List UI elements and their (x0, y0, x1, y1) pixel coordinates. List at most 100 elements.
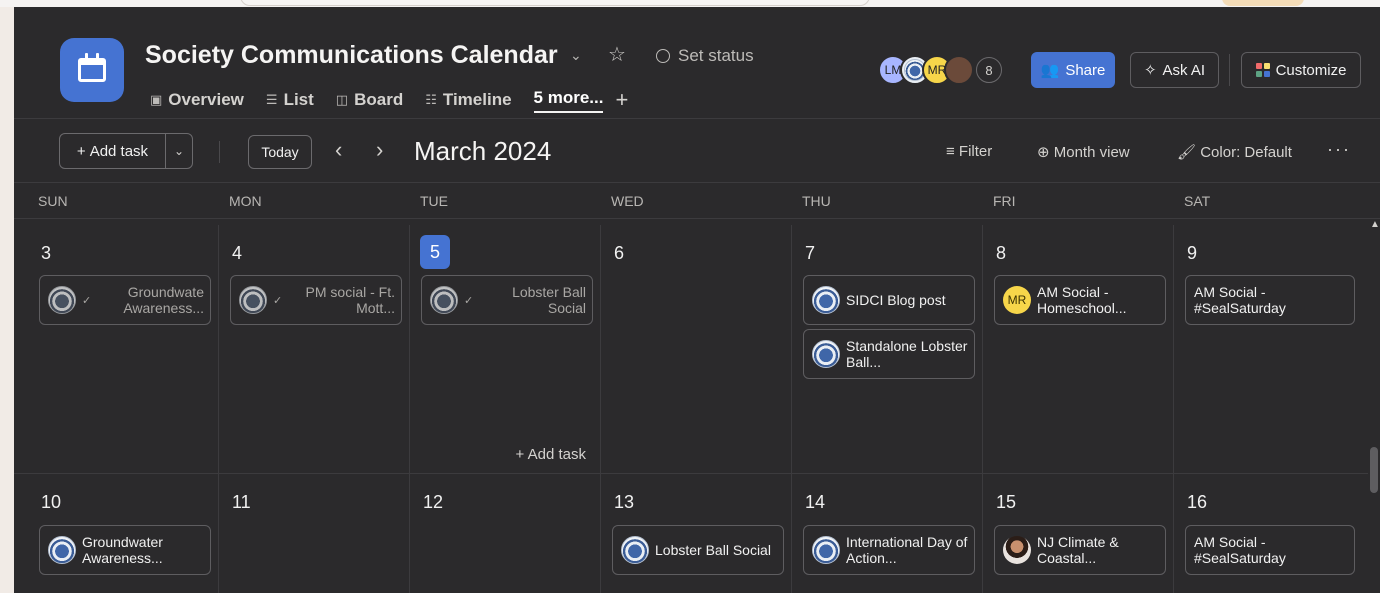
day-header: WED (611, 193, 644, 209)
task-title: AM Social - #SealSaturday (1194, 534, 1286, 566)
day-number: 12 (423, 492, 444, 512)
tab-overview[interactable]: ▣ Overview (150, 87, 244, 113)
task-title: Groundwate Awareness... (123, 284, 204, 316)
day-cell[interactable]: 5 ✓ Lobster Ball Social + Add task (410, 225, 601, 473)
inline-add-task-button[interactable]: + Add task (516, 446, 586, 463)
scrollbar[interactable] (1368, 219, 1380, 593)
plus-icon: + (76, 142, 86, 160)
task-card[interactable]: SIDCI Blog post (803, 275, 975, 325)
month-view-button[interactable]: ⊕ Month view (1037, 143, 1130, 161)
divider (1229, 54, 1230, 86)
task-title: Lobster Ball Social (655, 542, 771, 558)
star-icon[interactable]: ☆ (608, 42, 626, 67)
add-task-button[interactable]: + Add task (60, 134, 166, 168)
today-button[interactable]: Today (248, 135, 312, 169)
check-icon: ✓ (273, 294, 283, 307)
seal-logo-icon (239, 286, 267, 314)
plus-icon: + (515, 446, 528, 463)
day-number: 3 (41, 243, 52, 263)
task-card[interactable]: MR AM Social - Homeschool... (994, 275, 1166, 325)
task-card[interactable]: AM Social - #SealSaturday (1185, 275, 1355, 325)
task-card[interactable]: Standalone Lobster Ball... (803, 329, 975, 379)
ask-ai-button[interactable]: ✧ Ask AI (1130, 52, 1219, 88)
chevron-down-icon[interactable]: ⌄ (570, 47, 582, 64)
day-header: SUN (38, 193, 68, 209)
tab-timeline[interactable]: ☷ Timeline (425, 87, 511, 113)
day-cell[interactable]: 7 SIDCI Blog post Standalone Lobster Bal… (792, 225, 983, 473)
tab-board[interactable]: ◫ Board (336, 87, 403, 113)
task-title: AM Social - #SealSaturday (1194, 284, 1286, 316)
task-card[interactable]: Lobster Ball Social (612, 525, 784, 575)
day-cell[interactable]: 4 ✓ PM social - Ft. Mott... (219, 225, 410, 473)
seal-logo-icon (812, 536, 840, 564)
customize-button[interactable]: Customize (1241, 52, 1361, 88)
task-card[interactable]: NJ Climate & Coastal... (994, 525, 1166, 575)
seal-logo-icon (48, 286, 76, 314)
tab-more[interactable]: 5 more... (533, 87, 604, 113)
day-number: 14 (805, 492, 826, 512)
day-cell[interactable]: 15 NJ Climate & Coastal... (983, 474, 1174, 593)
day-cell[interactable]: 10 Groundwater Awareness... (28, 474, 219, 593)
task-card[interactable]: ✓ Lobster Ball Social (421, 275, 593, 325)
chevron-down-icon[interactable]: ⌄ (166, 144, 192, 158)
member-count[interactable]: 8 (976, 57, 1002, 83)
task-title: PM social - Ft. Mott... (305, 284, 395, 316)
day-cell[interactable]: 11 (219, 474, 410, 593)
filter-icon: ≡ (946, 143, 959, 160)
chevron-left-icon[interactable]: ‹ (335, 137, 342, 163)
more-options-icon[interactable]: ··· (1327, 139, 1351, 160)
overview-icon: ▣ (150, 92, 163, 107)
project-tabs: ▣ Overview ☰ List ◫ Board ☷ Timeline 5 more.… (150, 87, 650, 117)
day-number: 7 (805, 243, 816, 263)
week-row: 10 Groundwater Awareness... 11 12 13 Lob… (14, 474, 1368, 593)
day-number: 4 (232, 243, 243, 263)
set-status-button[interactable]: Set status (678, 46, 754, 66)
divider (219, 141, 220, 163)
day-cell[interactable]: 8 MR AM Social - Homeschool... (983, 225, 1174, 473)
avatar: MR (1003, 286, 1031, 314)
day-cell[interactable]: 16 AM Social - #SealSaturday (1174, 474, 1368, 593)
day-cell[interactable]: 13 Lobster Ball Social (601, 474, 792, 593)
calendar-app: Society Communications Calendar ⌄ ☆ Set … (14, 7, 1380, 593)
add-tab-button[interactable]: + (615, 87, 628, 113)
paint-icon: 🖌 (1177, 144, 1201, 161)
task-title: Standalone Lobster Ball... (846, 338, 968, 370)
sparkle-icon: ✧ (1143, 62, 1157, 79)
task-card[interactable]: AM Social - #SealSaturday (1185, 525, 1355, 575)
project-header: Society Communications Calendar ⌄ ☆ Set … (14, 7, 1380, 119)
scrollbar-thumb[interactable] (1370, 447, 1378, 493)
task-card[interactable]: ✓ PM social - Ft. Mott... (230, 275, 402, 325)
filter-button[interactable]: ≡ Filter (946, 143, 992, 160)
people-icon: 👥 (1040, 62, 1060, 79)
task-card[interactable]: International Day of Action... (803, 525, 975, 575)
day-number: 9 (1187, 243, 1198, 263)
task-title: AM Social - Homeschool... (1037, 284, 1127, 316)
check-icon: ✓ (82, 294, 92, 307)
task-title: NJ Climate & Coastal... (1037, 534, 1119, 566)
browser-badge (1222, 0, 1304, 6)
browser-top-strip (0, 0, 1380, 7)
color-button[interactable]: 🖌 Color: Default (1177, 143, 1292, 161)
day-cell[interactable]: 9 AM Social - #SealSaturday (1174, 225, 1368, 473)
board-icon: ◫ (335, 92, 349, 107)
day-header: FRI (993, 193, 1016, 209)
day-number: 11 (232, 492, 251, 512)
tab-list[interactable]: ☰ List (266, 87, 314, 113)
share-button[interactable]: 👥 Share (1031, 52, 1115, 88)
member-avatars[interactable]: LM MR 8 (878, 55, 1002, 85)
chevron-right-icon[interactable]: › (376, 137, 383, 163)
day-cell[interactable]: 3 ✓ Groundwate Awareness... (28, 225, 219, 473)
project-title[interactable]: Society Communications Calendar (145, 41, 558, 70)
task-card[interactable]: Groundwater Awareness... (39, 525, 211, 575)
day-cell[interactable]: 12 (410, 474, 601, 593)
day-cell[interactable]: 14 International Day of Action... (792, 474, 983, 593)
day-header: THU (802, 193, 831, 209)
status-circle-icon[interactable] (656, 49, 670, 63)
scroll-up-icon[interactable]: ▲ (1370, 219, 1380, 230)
calendar-project-icon[interactable] (60, 38, 124, 102)
address-bar[interactable] (240, 0, 870, 6)
avatar[interactable] (944, 55, 974, 85)
zoom-icon: ⊕ (1037, 144, 1054, 161)
day-cell[interactable]: 6 (601, 225, 792, 473)
task-card[interactable]: ✓ Groundwate Awareness... (39, 275, 211, 325)
